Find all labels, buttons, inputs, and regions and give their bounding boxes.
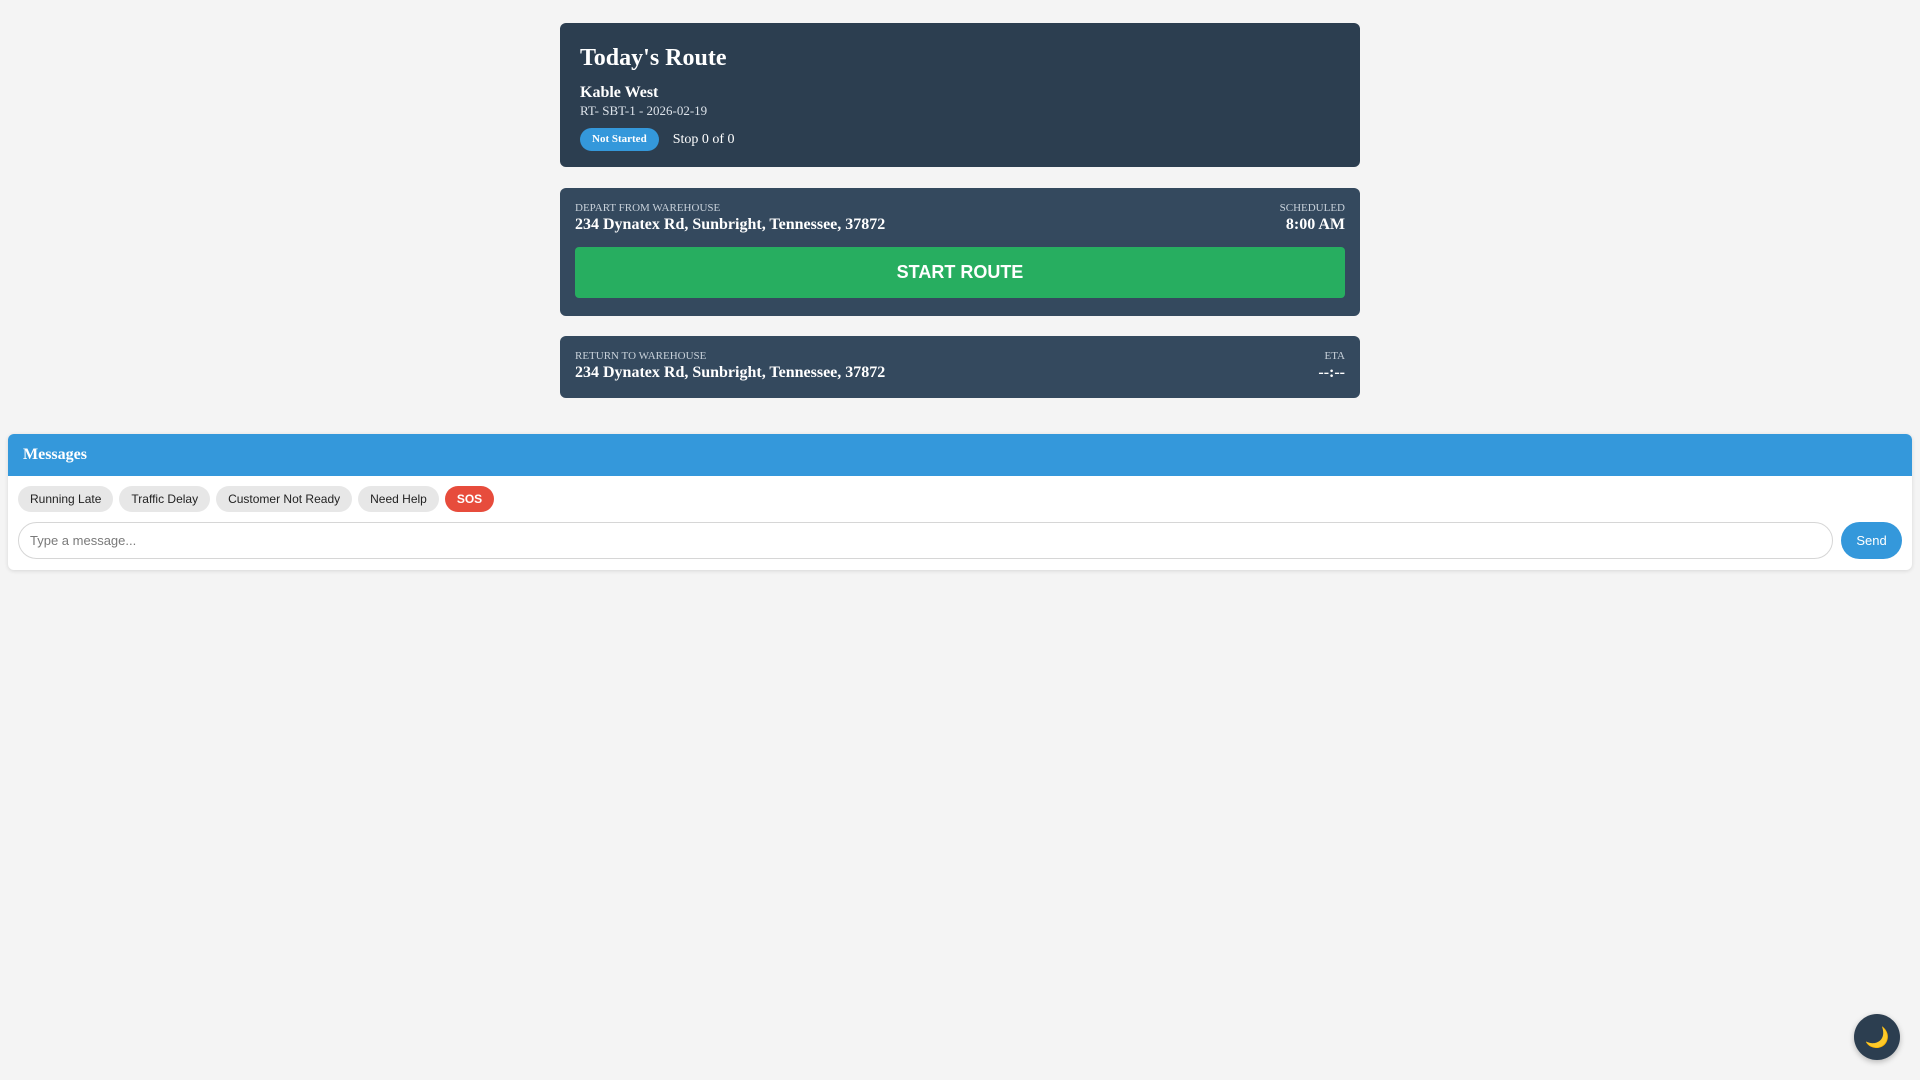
compose-row: Send <box>8 512 1912 559</box>
return-location: RETURN TO WAREHOUSE 234 Dynatex Rd, Sunb… <box>575 350 885 383</box>
quick-replies: Running Late Traffic Delay Customer Not … <box>8 476 1912 512</box>
depart-location: DEPART FROM WAREHOUSE 234 Dynatex Rd, Su… <box>575 202 885 235</box>
start-route-button[interactable]: START ROUTE <box>575 247 1345 298</box>
send-button[interactable]: Send <box>1841 522 1902 559</box>
moon-icon: 🌙 <box>1864 1025 1890 1049</box>
driver-name: Kable West <box>580 84 659 101</box>
stop-progress: Stop 0 of 0 <box>672 131 735 147</box>
depart-address: 234 Dynatex Rd, Sunbright, Tennessee, 37… <box>575 216 886 233</box>
depart-info-row: DEPART FROM WAREHOUSE 234 Dynatex Rd, Su… <box>575 202 1345 235</box>
quick-reply-traffic-delay[interactable]: Traffic Delay <box>119 486 211 512</box>
return-info-row: RETURN TO WAREHOUSE 234 Dynatex Rd, Sunb… <box>575 350 1345 383</box>
scheduled-label: SCHEDULED <box>1279 202 1345 214</box>
message-input[interactable] <box>18 522 1833 559</box>
status-row: Not Started Stop 0 of 0 <box>580 128 1340 151</box>
depart-warehouse-card: DEPART FROM WAREHOUSE 234 Dynatex Rd, Su… <box>560 188 1360 316</box>
status-badge: Not Started <box>580 128 659 151</box>
messages-title: Messages <box>8 434 1912 476</box>
quick-reply-running-late[interactable]: Running Late <box>18 486 114 512</box>
route-header-card: Today's Route Kable West RT- SBT-1 - 202… <box>560 23 1360 167</box>
scheduled-time: 8:00 AM <box>1285 216 1345 233</box>
scheduled-time-block: SCHEDULED 8:00 AM <box>1280 202 1345 235</box>
depart-label: DEPART FROM WAREHOUSE <box>575 202 721 214</box>
eta-label: ETA <box>1324 350 1345 362</box>
theme-toggle-button[interactable]: 🌙 <box>1854 1014 1900 1060</box>
page-title: Today's Route <box>580 45 727 71</box>
route-id: RT- SBT-1 - 2026-02-19 <box>580 103 708 118</box>
eta-block: ETA --:-- <box>1318 350 1345 383</box>
return-warehouse-card: RETURN TO WAREHOUSE 234 Dynatex Rd, Sunb… <box>560 336 1360 398</box>
quick-reply-need-help[interactable]: Need Help <box>358 486 439 512</box>
quick-reply-customer-not-ready[interactable]: Customer Not Ready <box>216 486 353 512</box>
messages-panel: Messages Running Late Traffic Delay Cust… <box>8 434 1912 570</box>
return-address: 234 Dynatex Rd, Sunbright, Tennessee, 37… <box>575 364 886 381</box>
sos-button[interactable]: SOS <box>444 486 495 512</box>
eta-time: --:-- <box>1318 364 1345 381</box>
return-label: RETURN TO WAREHOUSE <box>575 350 707 362</box>
route-panel: Today's Route Kable West RT- SBT-1 - 202… <box>560 23 1360 398</box>
